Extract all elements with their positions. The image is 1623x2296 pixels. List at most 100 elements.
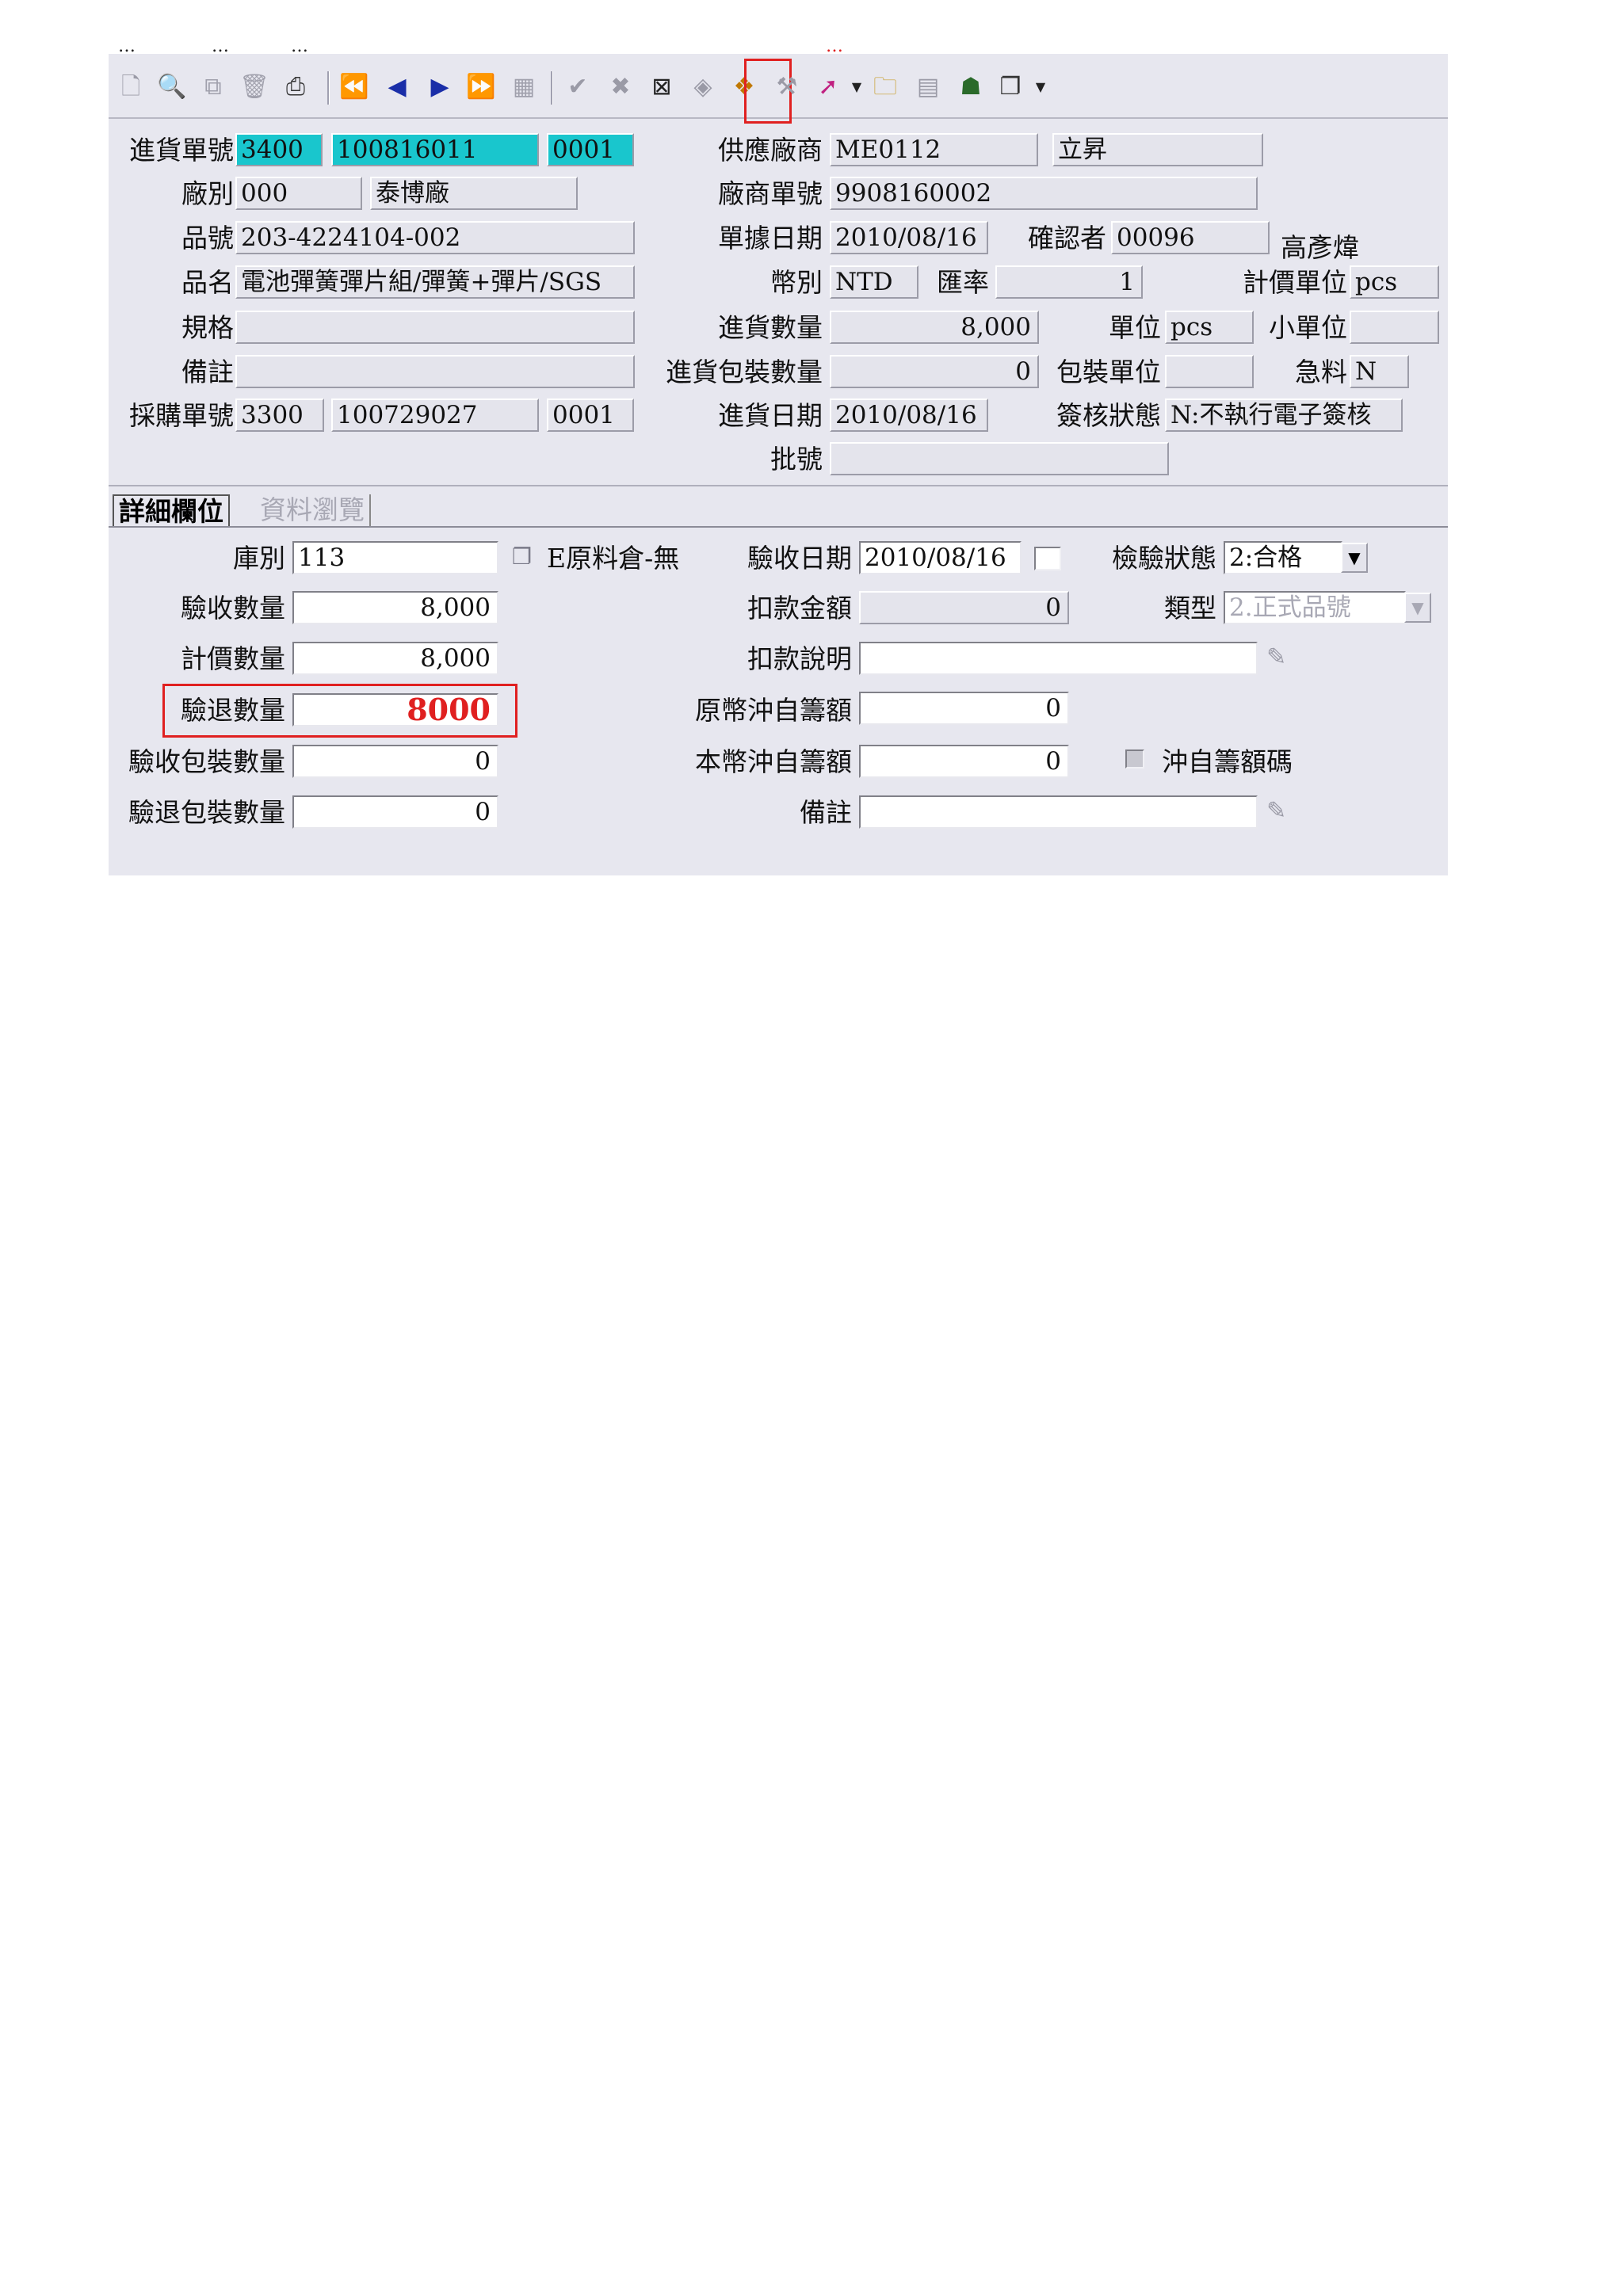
next-record-icon[interactable]: ▶ <box>424 71 456 103</box>
tab-data-browse[interactable]: 資料瀏覽 <box>255 494 371 526</box>
calendar-button[interactable] <box>1034 547 1061 570</box>
vendor-doc-field[interactable]: 9908160002 <box>830 177 1258 210</box>
highlight-box <box>162 684 517 738</box>
supplier-code-field[interactable]: ME0112 <box>830 133 1038 166</box>
export-icon[interactable]: ⊠ <box>646 71 678 103</box>
return-pack-field[interactable]: 0 <box>292 795 498 829</box>
accept-pack-label: 驗收包裝數量 <box>128 746 285 777</box>
transfer-icon[interactable]: ➚ <box>812 71 844 103</box>
self-fund-checkbox[interactable] <box>1125 749 1144 769</box>
chevron-down-icon[interactable]: ▼ <box>1404 593 1431 623</box>
part-no-label: 品號 <box>181 223 234 254</box>
receipt-date-label: 進貨日期 <box>718 400 823 431</box>
query-icon[interactable]: ▦ <box>508 71 540 103</box>
receipt-no-field[interactable]: 100816011 <box>331 133 539 166</box>
plant-name-field: 泰博廠 <box>370 177 578 210</box>
toolbar-separator <box>551 71 553 105</box>
delete-icon[interactable]: 🗑 <box>239 71 270 103</box>
self-fund-checkbox-label: 沖自籌額碼 <box>1162 746 1293 777</box>
small-unit-field[interactable] <box>1350 311 1439 344</box>
print-preview-icon[interactable]: 🔍 <box>156 71 188 103</box>
local-offset-label: 本幣沖自籌額 <box>695 746 852 777</box>
lot-field[interactable] <box>830 442 1169 475</box>
accept-qty-field[interactable]: 8,000 <box>292 591 498 624</box>
deduct-amount-field[interactable]: 0 <box>859 591 1069 624</box>
pack-unit-field[interactable] <box>1165 355 1254 388</box>
cancel-icon[interactable]: ✖ <box>605 71 636 103</box>
plant-code-field[interactable]: 000 <box>235 177 362 210</box>
toolbar-separator <box>327 71 330 105</box>
spec-field[interactable] <box>235 311 635 344</box>
tab-detail-fields[interactable]: 詳細欄位 <box>113 494 230 528</box>
unit-field[interactable]: pcs <box>1165 311 1254 344</box>
po-no-field[interactable]: 100729027 <box>331 399 539 432</box>
vendor-doc-label: 廠商單號 <box>718 178 823 209</box>
rate-field[interactable]: 1 <box>995 265 1143 299</box>
supplier-label: 供應廠商 <box>718 135 823 166</box>
warehouse-field[interactable]: 113 <box>292 541 498 574</box>
chevron-down-icon[interactable]: ▼ <box>841 71 873 103</box>
doc-date-field[interactable]: 2010/08/16 <box>830 221 988 254</box>
deduct-amount-label: 扣款金額 <box>747 593 852 624</box>
deduct-desc-label: 扣款說明 <box>747 643 852 674</box>
receipt-no-type-field[interactable]: 3400 <box>235 133 323 166</box>
plant-label: 廠別 <box>181 178 234 209</box>
orig-offset-label: 原幣沖自籌額 <box>695 695 852 726</box>
accept-pack-field[interactable]: 0 <box>292 745 498 778</box>
section-divider <box>109 485 1448 486</box>
urgent-field[interactable]: N <box>1350 355 1409 388</box>
price-qty-field[interactable]: 8,000 <box>292 642 498 675</box>
inspection-label: 檢驗狀態 <box>1112 543 1216 574</box>
remark-field[interactable] <box>235 355 635 388</box>
print-icon[interactable]: ⎙ <box>280 71 311 103</box>
receipt-qty-field[interactable]: 8,000 <box>830 311 1039 344</box>
window-icon[interactable]: ❐ <box>995 71 1026 103</box>
window-icon: ❐ <box>512 543 533 570</box>
currency-field[interactable]: NTD <box>830 265 918 299</box>
type-label: 類型 <box>1164 593 1216 624</box>
accept-date-label: 驗收日期 <box>747 543 852 574</box>
confirmer-label: 確認者 <box>1028 223 1106 254</box>
pack-qty-label: 進貨包裝數量 <box>666 357 823 387</box>
detail-remark-field[interactable] <box>859 795 1258 829</box>
erase-icon[interactable]: ◈ <box>687 71 719 103</box>
accept-date-field[interactable]: 2010/08/16 <box>859 541 1022 574</box>
tools-icon[interactable]: ⚒ <box>771 71 803 103</box>
previous-record-icon[interactable]: ◀ <box>381 71 413 103</box>
receipt-qty-label: 進貨數量 <box>718 312 823 343</box>
pack-qty-field[interactable]: 0 <box>830 355 1039 388</box>
price-unit-label: 計價單位 <box>1243 267 1347 298</box>
local-offset-field[interactable]: 0 <box>859 745 1069 778</box>
grid-icon[interactable]: ▤ <box>912 71 944 103</box>
folder-icon[interactable]: 🗀 <box>869 71 901 103</box>
confirmer-code-field: 00096 <box>1111 221 1270 254</box>
receipt-no-label: 進貨單號 <box>129 135 234 166</box>
first-record-icon[interactable]: ⏪ <box>338 71 370 103</box>
accept-qty-label: 驗收數量 <box>181 593 285 624</box>
small-unit-label: 小單位 <box>1269 312 1347 343</box>
edit-note-icon[interactable]: ✎ <box>1266 643 1286 671</box>
receipt-no-seq-field[interactable]: 0001 <box>547 133 634 166</box>
po-no-seq-field[interactable]: 0001 <box>547 399 634 432</box>
po-no-type-field[interactable]: 3300 <box>235 399 324 432</box>
type-select[interactable]: 2.正式品號 <box>1224 591 1406 624</box>
deduct-desc-field[interactable] <box>859 642 1258 675</box>
part-name-field[interactable]: 電池彈簧彈片組/彈簧+彈片/SGS <box>235 265 635 299</box>
confirm-icon[interactable]: ✔ <box>562 71 594 103</box>
user-icon[interactable]: ☗ <box>955 71 987 103</box>
inspection-select[interactable]: 2:合格 <box>1224 541 1342 574</box>
chevron-down-icon[interactable]: ▼ <box>1341 543 1368 573</box>
price-unit-field[interactable]: pcs <box>1350 265 1439 299</box>
approval-label: 簽核狀態 <box>1056 400 1161 431</box>
part-no-field[interactable]: 203-4224104-002 <box>235 221 635 254</box>
remark-label: 備註 <box>181 357 234 387</box>
receipt-date-field[interactable]: 2010/08/16 <box>830 399 988 432</box>
approval-field: N:不執行電子簽核 <box>1165 399 1403 432</box>
chevron-down-icon[interactable]: ▼ <box>1025 71 1056 103</box>
copy-icon[interactable]: ⧉ <box>197 71 229 103</box>
last-record-icon[interactable]: ⏩ <box>465 71 497 103</box>
new-document-icon[interactable]: 🗋 <box>115 71 147 103</box>
edit-note-icon[interactable]: ✎ <box>1266 797 1286 825</box>
orig-offset-field[interactable]: 0 <box>859 692 1069 725</box>
lot-label: 批號 <box>770 444 823 475</box>
